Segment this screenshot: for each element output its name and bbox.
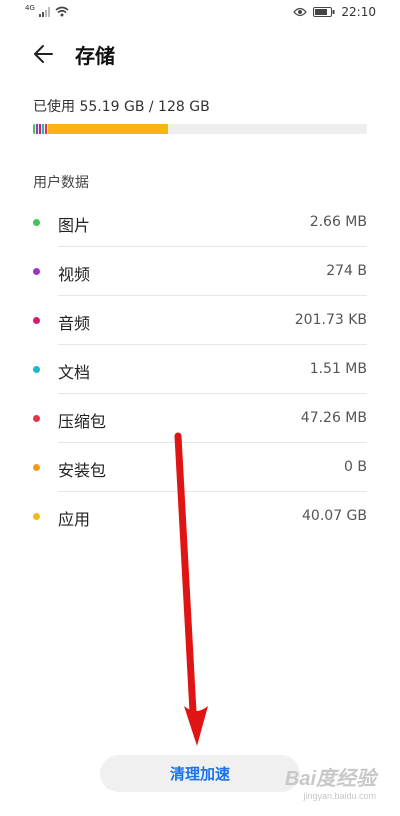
list-item-images[interactable]: 图片 2.66 MB [0,198,400,247]
usage-segment-video [36,124,38,134]
battery-icon [313,7,335,17]
usage-segment-apps [48,124,168,134]
usage-segment-docs [42,124,44,134]
user-data-list: 图片 2.66 MB 视频 274 B 音频 201.73 KB 文档 1.51… [0,198,400,541]
list-item-video[interactable]: 视频 274 B [0,247,400,296]
arrow-left-icon [34,45,53,63]
watermark-logo: Bai度经验 [284,768,376,790]
item-size: 201.73 KB [294,312,367,328]
list-item-audio[interactable]: 音频 201.73 KB [0,296,400,345]
page-title: 存储 [75,44,115,68]
color-dot-icon [33,415,40,422]
clean-speedup-button[interactable]: 清理加速 [100,755,300,792]
status-right: 22:10 [293,5,376,19]
item-label: 视频 [58,265,91,284]
header: 存储 [0,36,400,72]
status-left: 4G [25,3,69,17]
storage-usage-text: 已使用 55.19 GB / 128 GB [33,99,210,115]
usage-segment-images [33,124,35,134]
color-dot-icon [33,464,40,471]
item-label: 安装包 [58,461,107,480]
list-item-documents[interactable]: 文档 1.51 MB [0,345,400,394]
network-label: 4G [25,3,35,12]
status-time: 22:10 [341,5,376,19]
item-label: 图片 [58,216,91,235]
back-button[interactable] [30,40,58,68]
item-size: 40.07 GB [302,508,367,524]
section-title: 用户数据 [33,175,89,191]
color-dot-icon [33,513,40,520]
usage-segment-archives [45,124,47,134]
eye-icon [293,7,308,17]
watermark-url: jingyan.baidu.com [303,791,376,801]
list-item-archives[interactable]: 压缩包 47.26 MB [0,394,400,443]
usage-segment-audio [39,124,41,134]
item-label: 音频 [58,314,91,333]
list-item-apps[interactable]: 应用 40.07 GB [0,492,400,541]
item-size: 274 B [326,263,367,279]
color-dot-icon [33,317,40,324]
item-label: 文档 [58,363,91,382]
list-item-installers[interactable]: 安装包 0 B [0,443,400,492]
color-dot-icon [33,366,40,373]
item-size: 1.51 MB [309,361,367,377]
item-size: 47.26 MB [300,410,367,426]
status-bar: 4G 22:10 [0,0,400,26]
item-size: 0 B [344,459,367,475]
signal-icon [38,6,50,17]
item-label: 应用 [58,510,91,529]
item-size: 2.66 MB [309,214,367,230]
color-dot-icon [33,268,40,275]
watermark: Bai度经验 jingyan.baidu.com [285,762,376,801]
item-label: 压缩包 [58,412,107,431]
storage-usage-bar [33,124,367,134]
color-dot-icon [33,219,40,226]
wifi-icon [55,6,69,17]
